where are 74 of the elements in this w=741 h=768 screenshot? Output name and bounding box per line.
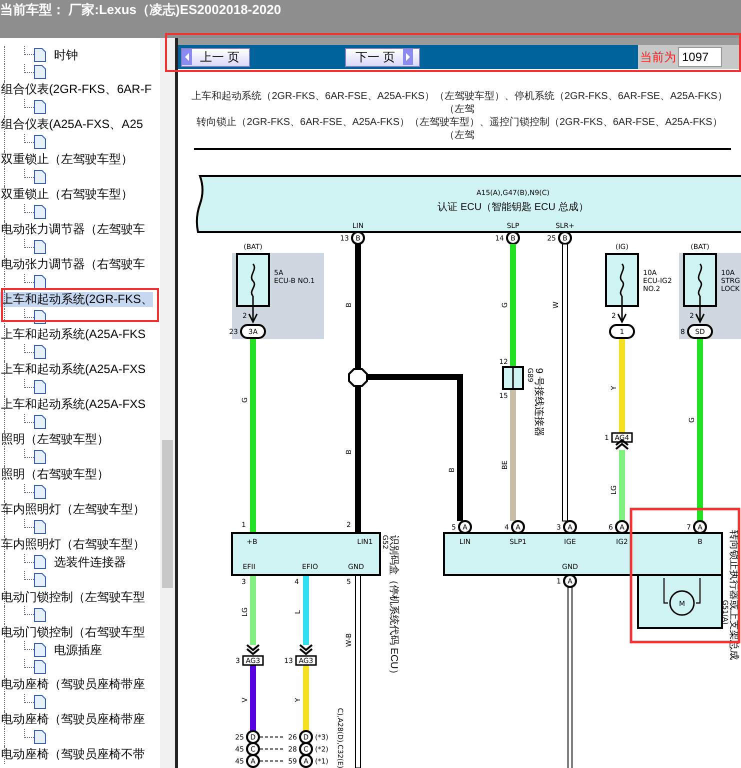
document-icon: [34, 240, 46, 254]
inline-connector: [295, 655, 317, 666]
document-icon: [34, 170, 46, 184]
component-name: 识别码盒（停机系统代码 ECU）: [388, 535, 399, 679]
dashed-link: [260, 736, 284, 738]
connector-name: 9 号接线连接器: [533, 368, 544, 436]
tree-item[interactable]: 电动张力调节器（左驾驶车: [0, 222, 145, 238]
document-icon: [34, 450, 46, 464]
connector-pin: [511, 520, 525, 534]
tree-item[interactable]: 上车和起动系统(A25A-FXS: [0, 362, 146, 378]
connector-pin: [506, 231, 520, 245]
document-icon: [34, 48, 46, 62]
tree-item[interactable]: 上车和起动系统(A25A-FXS: [0, 397, 146, 412]
scrollbar-thumb[interactable]: [162, 440, 173, 588]
connector-pin: [558, 231, 572, 245]
tree-item[interactable]: 电动门锁控制（右驾驶车型: [0, 624, 145, 640]
tree-item[interactable]: 电动座椅（驾驶员座椅带座: [0, 677, 145, 692]
connector-pin: [693, 520, 707, 534]
document-icon: [34, 608, 46, 622]
junction-node: [348, 368, 368, 387]
document-icon: [34, 730, 46, 744]
tree-leaf[interactable]: 时钟: [54, 46, 78, 64]
connector-pin: [458, 520, 472, 534]
component-name: 认证 ECU（智能钥匙 ECU 总成）: [438, 202, 588, 213]
next-page-button[interactable]: 下一 页: [344, 48, 420, 66]
document-icon: [34, 100, 46, 114]
document-icon: [34, 345, 46, 360]
tree-item[interactable]: 电动座椅（驾驶员座椅不带: [0, 747, 145, 762]
document-icon: [34, 572, 46, 587]
connector-pin: [351, 231, 365, 245]
page-number-field[interactable]: 1097: [678, 47, 722, 67]
document-icon: [34, 380, 46, 394]
document-icon: [34, 642, 46, 657]
dashed-link: [260, 748, 284, 750]
document-icon: [34, 135, 46, 150]
fuse-symbol: [236, 253, 270, 324]
chevron-icon: [246, 644, 260, 656]
junction-connector: [502, 366, 524, 390]
diagram-title: 上车和起动系统（2GR-FKS、6AR-FSE、A25A-FKS）（左驾驶车型）、停机系统（2GR-FKS、6AR-FSE、A25A-FKS）（左驾: [190, 90, 728, 116]
chevron-icon: [615, 438, 629, 450]
document-icon: [34, 205, 46, 220]
chevron-icon: [299, 644, 313, 656]
window-title: 当前车型： 厂家:Lexus（凌志)ES2002018-2020: [0, 1, 282, 19]
motor-drawing: [663, 577, 701, 616]
inline-connector: [611, 432, 633, 443]
tree-item[interactable]: 电动座椅（驾驶员座椅带座: [0, 712, 145, 728]
tree-item[interactable]: 电动张力调节器（右驾驶车: [0, 257, 145, 272]
current-page-label: 当前为: [640, 49, 676, 66]
connector-pin: [246, 742, 260, 756]
document-icon: [34, 695, 46, 710]
document-icon: [34, 660, 46, 674]
dashed-link: [260, 760, 284, 762]
tree-item[interactable]: 上车和起动系统(A25A-FKS: [0, 327, 146, 342]
document-icon: [34, 275, 46, 290]
tree-item[interactable]: 电动门锁控制（左驾驶车型: [0, 590, 145, 605]
connector-pin: [563, 520, 577, 534]
previous-page-button[interactable]: 上一 页: [181, 48, 250, 66]
document-icon: [34, 65, 46, 80]
fuse-symbol: [683, 253, 717, 324]
scrollbar[interactable]: [160, 38, 175, 768]
connector-pin: [299, 742, 313, 756]
document-icon: [34, 520, 46, 534]
diagram-title: 转向锁止（2GR-FKS、6AR-FSE、A25A-FKS）（左驾驶车型）、遥控门锁控制（2GR-FKS、6AR-FSE、A25A-FKS）（左驾: [196, 116, 724, 142]
fuse-symbol: [605, 253, 639, 324]
document-icon: [34, 485, 46, 500]
tree-leaf[interactable]: 选装件连接器: [54, 553, 126, 572]
document-icon: [34, 555, 46, 570]
connector-pin: [615, 520, 629, 534]
document-icon: [34, 415, 46, 430]
tree-leaf[interactable]: 电源插座: [54, 640, 102, 659]
connector-pin: [563, 574, 577, 588]
inline-connector: [242, 655, 264, 666]
connector-pin: [246, 730, 260, 744]
connector-pin: [299, 730, 313, 744]
